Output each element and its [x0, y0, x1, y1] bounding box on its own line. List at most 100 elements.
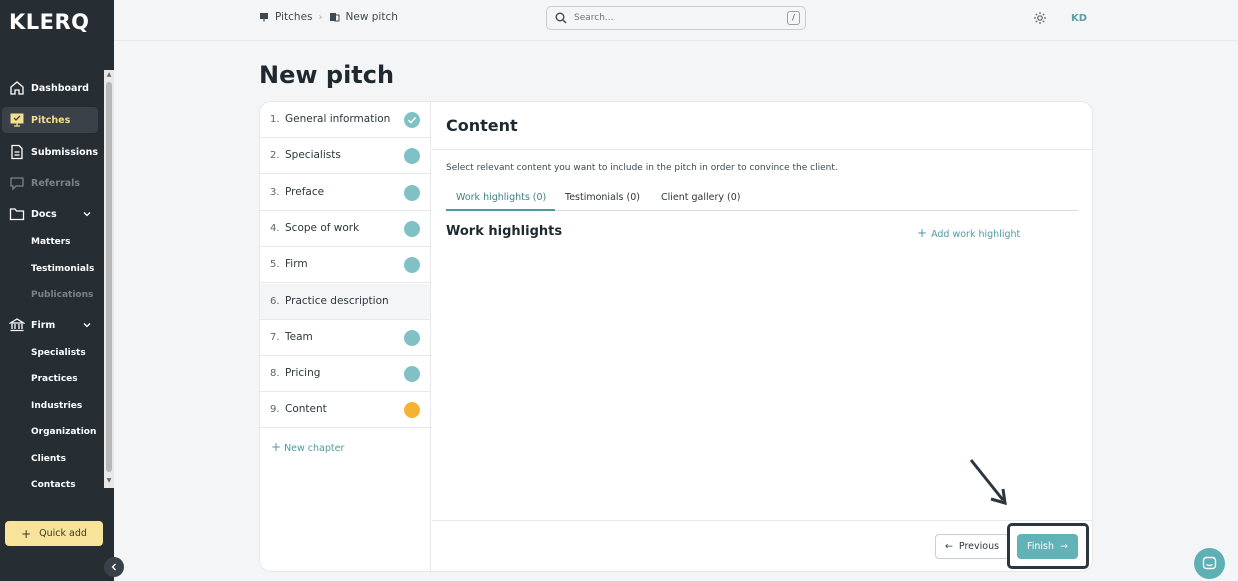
sidebar-nav: Dashboard Pitches Submissions Referrals … — [0, 70, 104, 488]
chapter-step-name: Content — [285, 403, 327, 416]
scroll-down-icon[interactable]: ▼ — [106, 478, 112, 484]
chapter-step-number: 1. — [270, 114, 280, 125]
scroll-thumb[interactable] — [106, 82, 112, 472]
content-title: Content — [446, 116, 518, 135]
new-chapter-button[interactable]: + New chapter — [271, 440, 344, 454]
sidebar-sub-organization[interactable]: Organization — [31, 427, 96, 437]
check-circle-icon — [404, 112, 420, 128]
bank-icon — [9, 318, 25, 332]
section-title: Work highlights — [446, 224, 563, 239]
add-work-highlight-button[interactable]: + Add work highlight — [917, 226, 1020, 240]
content-header: Content — [432, 102, 1092, 150]
sidebar-item-dashboard[interactable]: Dashboard — [0, 75, 104, 101]
collapse-sidebar-button[interactable] — [104, 557, 124, 577]
chapter-step[interactable]: 7. Team — [260, 320, 430, 356]
chapter-step-number: 8. — [270, 368, 280, 380]
status-dot-complete — [404, 148, 420, 165]
presentation-icon — [260, 13, 268, 22]
chapter-step[interactable]: 6. Practice description — [260, 283, 430, 320]
sidebar-item-label: Referrals — [31, 177, 81, 189]
add-work-highlight-label: Add work highlight — [931, 229, 1021, 240]
tab-testimonials[interactable]: Testimonials (0) — [565, 192, 640, 203]
sidebar-sub-contacts[interactable]: Contacts — [31, 480, 76, 488]
scroll-up-icon[interactable]: ▲ — [106, 72, 112, 78]
chat-icon — [1202, 556, 1217, 570]
search-shortcut-badge: / — [787, 11, 800, 25]
sidebar-item-label: Submissions — [31, 146, 99, 158]
sidebar-item-pitches[interactable]: Pitches — [2, 107, 98, 133]
chat-support-button[interactable] — [1194, 548, 1225, 579]
chapter-step-number: 2. — [270, 150, 280, 162]
sidebar-item-label: Pitches — [31, 114, 71, 126]
chapter-step-name: Specialists — [285, 149, 341, 162]
chapter-step-name: Team — [285, 330, 313, 343]
new-chapter-label: New chapter — [284, 443, 345, 454]
sidebar-item-docs[interactable]: Docs — [0, 201, 104, 227]
breadcrumb: Pitches › New pitch — [259, 11, 398, 23]
sidebar-item-firm[interactable]: Firm — [0, 312, 104, 338]
status-dot-complete — [404, 184, 420, 201]
sidebar-sub-publications[interactable]: Publications — [31, 290, 93, 300]
chapter-list: 1. General information 2. Specialists 3. Pref… — [260, 102, 431, 571]
arrow-left-icon: ← — [944, 541, 953, 552]
plus-icon: + — [21, 526, 32, 541]
document-stack-icon — [329, 13, 339, 22]
finish-button[interactable]: Finish → — [1017, 534, 1078, 559]
page-title: New pitch — [259, 61, 395, 89]
chevron-left-icon — [111, 563, 116, 571]
quick-add-button[interactable]: + Quick add — [5, 521, 103, 546]
chapter-step[interactable]: 4. Scope of work — [260, 211, 430, 247]
sidebar-item-label: Firm — [31, 319, 56, 331]
active-tab-indicator — [446, 209, 555, 211]
chapter-step-name: Preface — [285, 185, 325, 198]
sidebar-item-submissions[interactable]: Submissions — [0, 139, 104, 165]
status-dot-complete — [404, 329, 420, 346]
search-placeholder: Search... — [574, 13, 614, 23]
sidebar-sub-testimonials[interactable]: Testimonials — [31, 264, 94, 274]
sidebar-item-referrals[interactable]: Referrals — [0, 170, 104, 196]
content-description: Select relevant content you want to incl… — [446, 163, 838, 173]
chevron-down-icon — [83, 212, 91, 217]
breadcrumb-current: New pitch — [345, 11, 398, 23]
search-input[interactable]: Search... / — [546, 6, 806, 30]
sidebar-sub-industries[interactable]: Industries — [31, 401, 82, 411]
klerq-logo[interactable]: KLERQ — [9, 10, 90, 34]
chapter-step-number: 9. — [270, 404, 280, 416]
arrow-right-icon: → — [1060, 541, 1068, 552]
chapter-step[interactable]: 2. Specialists — [260, 138, 430, 175]
presentation-icon — [10, 113, 24, 127]
sidebar-sub-specialists[interactable]: Specialists — [31, 348, 86, 358]
content-tabs: Work highlights (0) Testimonials (0) Cli… — [446, 186, 1078, 211]
previous-button[interactable]: ← Previous — [935, 534, 1009, 559]
home-icon — [10, 81, 24, 95]
sidebar-scrollbar[interactable]: ▲ ▼ — [104, 70, 114, 488]
breadcrumb-pitches[interactable]: Pitches — [275, 11, 313, 23]
chapter-step[interactable]: 3. Preface — [260, 175, 430, 211]
sidebar: KLERQ Dashboard Pitches Submissions Refe… — [0, 0, 114, 581]
chapter-step-number: 7. — [270, 331, 280, 343]
sidebar-item-label: Dashboard — [31, 82, 89, 94]
chapter-step[interactable]: 8. Pricing — [260, 356, 430, 393]
previous-label: Previous — [958, 541, 1000, 552]
chapter-step[interactable]: 5. Firm — [260, 247, 430, 284]
chapter-step-name: Practice description — [285, 294, 389, 307]
document-icon — [11, 144, 23, 160]
tab-work-highlights[interactable]: Work highlights (0) — [456, 192, 546, 203]
chapter-step[interactable]: 1. General information — [260, 102, 430, 138]
sidebar-sub-practices[interactable]: Practices — [31, 374, 78, 384]
chapter-step-number: 4. — [270, 222, 280, 234]
avatar[interactable]: KD — [1066, 6, 1092, 30]
status-dot-complete — [404, 366, 420, 383]
plus-icon: + — [271, 440, 282, 454]
chat-icon — [10, 177, 24, 191]
folder-icon — [9, 208, 25, 221]
gear-icon[interactable] — [1033, 11, 1047, 25]
chapter-step[interactable]: 9. Content — [260, 392, 430, 429]
chapter-step-number: 3. — [270, 186, 280, 198]
breadcrumb-separator-icon: › — [318, 11, 323, 23]
sidebar-sub-clients[interactable]: Clients — [31, 454, 66, 464]
chapter-step-name: Pricing — [285, 367, 321, 380]
header-divider — [114, 40, 1238, 41]
sidebar-sub-matters[interactable]: Matters — [31, 237, 71, 247]
tab-client-gallery[interactable]: Client gallery (0) — [661, 192, 741, 203]
